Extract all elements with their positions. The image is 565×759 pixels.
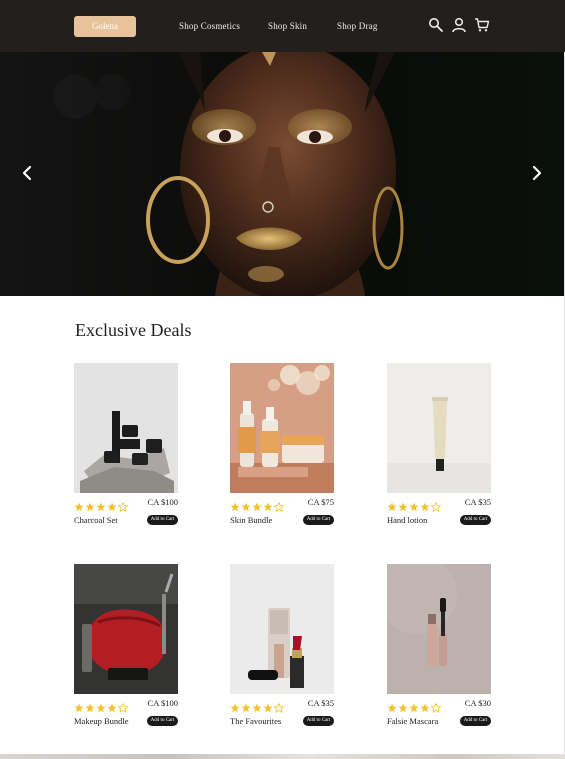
star-filled-icon bbox=[241, 700, 251, 713]
add-to-cart-button[interactable]: Add to Cart bbox=[303, 515, 334, 525]
carousel-prev-chevron-left-icon[interactable] bbox=[20, 164, 34, 182]
star-empty-icon bbox=[273, 499, 285, 513]
product-name[interactable]: Makeup Bundle bbox=[74, 716, 129, 726]
product-price: CA $30 bbox=[464, 698, 491, 708]
star-filled-icon bbox=[420, 499, 430, 512]
rating-stars bbox=[74, 499, 129, 513]
star-filled-icon bbox=[252, 499, 262, 512]
product-image-makeup-bundle[interactable] bbox=[74, 564, 178, 694]
hero-carousel bbox=[0, 52, 565, 296]
star-filled-icon bbox=[252, 700, 262, 713]
hero-image bbox=[0, 52, 565, 296]
star-filled-icon bbox=[74, 499, 84, 512]
star-filled-icon bbox=[387, 700, 397, 713]
star-filled-icon bbox=[263, 700, 273, 713]
product-price: CA $100 bbox=[147, 497, 178, 507]
product-image-hand-lotion[interactable] bbox=[387, 363, 491, 493]
product-image-skin-bundle[interactable] bbox=[230, 363, 334, 493]
star-filled-icon bbox=[409, 499, 419, 512]
search-icon[interactable] bbox=[428, 17, 444, 33]
star-empty-icon bbox=[117, 499, 129, 513]
product-name[interactable]: The Favourites bbox=[230, 716, 281, 726]
nav-link-shop-skin[interactable]: Shop Skin bbox=[268, 21, 307, 31]
star-filled-icon bbox=[74, 700, 84, 713]
add-to-cart-button[interactable]: Add to Cart bbox=[303, 716, 334, 726]
nav-link-shop-drag[interactable]: Shop Drag bbox=[337, 21, 378, 31]
star-filled-icon bbox=[387, 499, 397, 512]
star-filled-icon bbox=[230, 700, 240, 713]
product-name[interactable]: Charcoal Set bbox=[74, 515, 118, 525]
rating-stars bbox=[230, 700, 285, 714]
star-empty-icon bbox=[117, 700, 129, 714]
rating-stars bbox=[387, 499, 442, 513]
product-price: CA $75 bbox=[307, 497, 334, 507]
cart-icon[interactable] bbox=[474, 17, 490, 33]
user-icon[interactable] bbox=[451, 17, 467, 33]
carousel-next-chevron-right-icon[interactable] bbox=[530, 164, 544, 182]
add-to-cart-button[interactable]: Add to Cart bbox=[460, 515, 491, 525]
product-card-hand-lotion[interactable]: CA $35 Hand lotion Add to Cart bbox=[387, 363, 491, 538]
product-card-falsie-mascara[interactable]: CA $30 Falsie Mascara Add to Cart bbox=[387, 564, 491, 739]
star-empty-icon bbox=[430, 499, 442, 513]
product-card-the-favourites[interactable]: CA $35 The Favourites Add to Cart bbox=[230, 564, 334, 739]
star-filled-icon bbox=[96, 700, 106, 713]
product-image-the-favourites[interactable] bbox=[230, 564, 334, 694]
add-to-cart-button[interactable]: Add to Cart bbox=[147, 716, 178, 726]
section-title-exclusive-deals: Exclusive Deals bbox=[75, 320, 192, 340]
product-price: CA $35 bbox=[307, 698, 334, 708]
star-empty-icon bbox=[273, 700, 285, 714]
add-to-cart-button[interactable]: Add to Cart bbox=[460, 716, 491, 726]
product-card-makeup-bundle[interactable]: CA $100 Makeup Bundle Add to Cart bbox=[74, 564, 178, 739]
star-empty-icon bbox=[430, 700, 442, 714]
add-to-cart-button[interactable]: Add to Cart bbox=[147, 515, 178, 525]
star-filled-icon bbox=[398, 499, 408, 512]
product-price: CA $35 bbox=[464, 497, 491, 507]
product-image-charcoal-set[interactable] bbox=[74, 363, 178, 493]
product-name[interactable]: Skin Bundle bbox=[230, 515, 272, 525]
next-section-image-strip bbox=[0, 754, 565, 759]
nav-link-shop-cosmetics[interactable]: Shop Cosmetics bbox=[179, 21, 240, 31]
star-filled-icon bbox=[241, 499, 251, 512]
rating-stars bbox=[230, 499, 285, 513]
product-image-falsie-mascara[interactable] bbox=[387, 564, 491, 694]
star-filled-icon bbox=[398, 700, 408, 713]
top-navbar: Golena Shop Cosmetics Shop Skin Shop Dra… bbox=[0, 0, 565, 52]
star-filled-icon bbox=[263, 499, 273, 512]
star-filled-icon bbox=[85, 700, 95, 713]
star-filled-icon bbox=[420, 700, 430, 713]
product-name[interactable]: Falsie Mascara bbox=[387, 716, 438, 726]
star-filled-icon bbox=[96, 499, 106, 512]
brand-logo[interactable]: Golena bbox=[74, 16, 136, 37]
star-filled-icon bbox=[409, 700, 419, 713]
star-filled-icon bbox=[230, 499, 240, 512]
product-card-charcoal-set[interactable]: CA $100 Charcoal Set Add to Cart bbox=[74, 363, 178, 538]
product-card-skin-bundle[interactable]: CA $75 Skin Bundle Add to Cart bbox=[230, 363, 334, 538]
star-filled-icon bbox=[107, 499, 117, 512]
product-price: CA $100 bbox=[147, 698, 178, 708]
rating-stars bbox=[387, 700, 442, 714]
rating-stars bbox=[74, 700, 129, 714]
star-filled-icon bbox=[107, 700, 117, 713]
star-filled-icon bbox=[85, 499, 95, 512]
product-name[interactable]: Hand lotion bbox=[387, 515, 427, 525]
